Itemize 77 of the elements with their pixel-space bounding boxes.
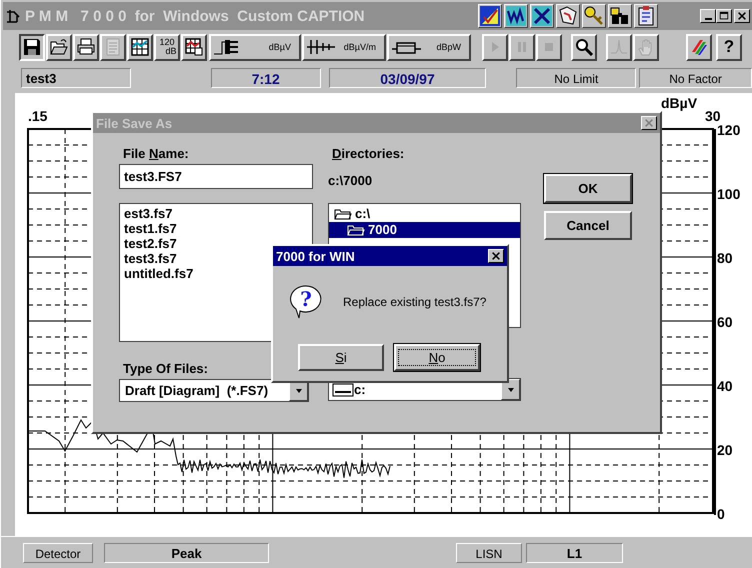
close-button[interactable]	[734, 9, 750, 23]
grid-chart-icon	[131, 38, 149, 56]
dialog-button[interactable]: Si	[298, 344, 384, 371]
close-button[interactable]	[488, 249, 504, 263]
folder-icon	[334, 208, 352, 220]
window-title: P M M 7 0 0 0 for Windows Custom CAPTION	[25, 8, 366, 24]
time-field: 7:12	[210, 68, 321, 88]
color-stripes-icon	[690, 38, 708, 56]
unit-label: dBµV	[661, 95, 698, 111]
table-chart-icon	[185, 38, 203, 56]
save-button[interactable]	[19, 34, 45, 60]
axis-label: 100	[717, 186, 740, 202]
folder-icon	[347, 224, 365, 236]
file-item[interactable]: test1.fs7	[124, 221, 308, 236]
open-button[interactable]	[46, 34, 72, 60]
limit-field: No Limit	[516, 68, 636, 88]
coil-button[interactable]: dBµV	[209, 34, 301, 60]
axis-label: 0	[717, 506, 725, 522]
axis-label: .15	[28, 108, 48, 124]
current-directory: c:\7000	[328, 172, 374, 189]
question-icon: ?	[289, 284, 323, 320]
cross-icon[interactable]	[530, 4, 554, 28]
colors-button[interactable]	[686, 34, 712, 60]
status-field: L1	[526, 542, 623, 562]
file-name-field[interactable]: test3.FS7	[119, 164, 313, 189]
axis-label: 30	[705, 108, 721, 124]
minimize-icon	[704, 18, 712, 20]
search-icon	[575, 38, 593, 56]
directory-item[interactable]: 7000	[329, 222, 520, 238]
axis-label: 20	[717, 442, 733, 458]
axis-label: 120	[717, 122, 740, 138]
folder-icon	[50, 38, 68, 56]
directories-label: Directories:	[331, 146, 406, 163]
spike-icon	[610, 38, 628, 56]
maximize-icon	[719, 11, 729, 21]
dialog-title: 7000 for WIN	[276, 248, 355, 264]
help-button[interactable]: ?	[716, 34, 742, 60]
file-name-label: File Name:	[122, 146, 190, 163]
status-field: Peak	[104, 542, 269, 562]
floppy-icon	[23, 38, 41, 56]
key-icon[interactable]	[582, 4, 606, 28]
status-field: Detector	[23, 542, 93, 562]
file-type-dropdown[interactable]: Draft [Diagram] (*.FS7)	[119, 379, 309, 402]
status-field: LISN	[456, 542, 522, 562]
grid-button[interactable]	[127, 34, 153, 60]
dialog-button[interactable]: Cancel	[544, 211, 632, 240]
close-icon	[737, 11, 747, 21]
directory-item[interactable]: c:\	[329, 206, 520, 222]
maximize-button[interactable]	[716, 9, 732, 23]
close-icon	[644, 118, 654, 128]
date-field: 03/09/97	[328, 68, 486, 88]
antenna-button[interactable]: dBµV/m	[302, 34, 386, 60]
wave-icon[interactable]	[504, 4, 528, 28]
document-icon	[104, 38, 122, 56]
file-field: test3	[21, 68, 131, 88]
message-text: Replace existing test3.fs7?	[343, 295, 486, 309]
axis-label: 80	[717, 250, 733, 266]
clipboard-icon[interactable]	[634, 4, 658, 28]
close-icon	[491, 251, 501, 261]
dialog-title: File Save As	[96, 116, 172, 130]
axis-label: 60	[717, 314, 733, 330]
antenna-array-icon	[306, 37, 336, 57]
paint-icon[interactable]	[478, 4, 502, 28]
dialog-button[interactable]: OK	[544, 174, 632, 203]
minimize-button[interactable]	[700, 9, 716, 23]
close-button[interactable]	[641, 116, 657, 130]
search-button[interactable]	[571, 34, 597, 60]
printer-icon	[77, 38, 95, 56]
axis-label: 40	[717, 378, 733, 394]
print-button[interactable]	[73, 34, 99, 60]
file-type-label: Type Of Files:	[122, 361, 209, 378]
table-button[interactable]	[181, 34, 207, 60]
probe-button[interactable]: dBpW	[387, 34, 471, 60]
file-item[interactable]: est3.fs7	[124, 206, 308, 221]
dialog-button[interactable]: No	[394, 344, 480, 371]
level-button[interactable]: 120 dB	[154, 34, 180, 60]
factor-field: No Factor	[639, 68, 752, 88]
